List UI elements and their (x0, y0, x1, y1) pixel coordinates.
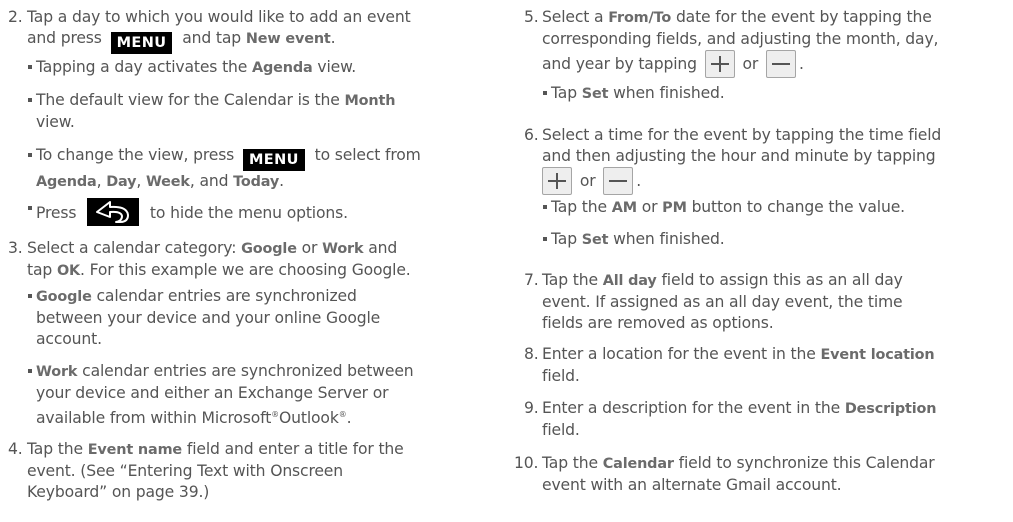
step-number: 3. (8, 239, 23, 257)
bullet-text: Tapping a day activates the Agenda view. (36, 58, 357, 76)
step-text: Enter a location for the event in the Ev… (542, 345, 935, 385)
bullet-text: To change the view, press MENU to select… (36, 146, 421, 190)
step-text: Tap the All day field to assign this as … (542, 271, 903, 332)
step-number: 8. (524, 345, 539, 363)
step-text: Select a time for the event by tapping t… (542, 125, 1013, 195)
minus-button-icon (603, 167, 634, 195)
step-number: 4. (8, 440, 23, 458)
plus-button-icon (704, 50, 735, 78)
step-number: 7. (524, 271, 539, 289)
back-key-icon (87, 198, 140, 226)
menu-key-icon: MENU (110, 32, 173, 54)
step-number: 10. (514, 454, 539, 472)
menu-key-icon: MENU (242, 149, 305, 171)
bullet-icon (28, 98, 32, 102)
text: . (330, 29, 336, 47)
bullet-icon (543, 205, 547, 209)
bullet-icon (28, 294, 32, 298)
bullet-text: Tap the AM or PM button to change the va… (551, 198, 905, 216)
new-event-term: New event (245, 31, 331, 47)
bullet-text: Press to hide the menu options. (36, 198, 475, 226)
bullet-icon (28, 206, 32, 210)
bullet-icon (543, 237, 547, 241)
minus-button-icon (765, 50, 796, 78)
bullet-icon (543, 91, 547, 95)
step-text: Enter a description for the event in the… (542, 399, 937, 439)
step-text: Select a From/To date for the event by t… (542, 7, 1013, 78)
step-text: Select a calendar category: Google or Wo… (27, 239, 411, 279)
step-text: Tap a day to which you would like to add… (27, 7, 475, 54)
bullet-icon (28, 153, 32, 157)
bullet-text: Google calendar entries are synchronized… (36, 287, 381, 348)
step-text: Tap the Event name field and enter a tit… (27, 440, 404, 501)
text: and press (27, 29, 102, 47)
step-number: 5. (524, 8, 539, 26)
bullet-text: Tap Set when finished. (551, 84, 725, 102)
step-number: 2. (8, 8, 23, 26)
step-text: Tap the Calendar field to synchronize th… (542, 454, 935, 494)
bullet-text: The default view for the Calendar is the… (36, 91, 396, 131)
bullet-text: Work calendar entries are synchronized b… (36, 362, 414, 428)
step-number: 9. (524, 399, 539, 417)
text: Tap a day to which you would like to add… (27, 8, 411, 26)
plus-button-icon (542, 167, 572, 195)
bullet-icon (28, 65, 32, 69)
bullet-icon (28, 369, 32, 373)
bullet-text: Tap Set when finished. (551, 230, 725, 248)
text: and tap (182, 29, 242, 47)
step-number: 6. (524, 126, 539, 144)
